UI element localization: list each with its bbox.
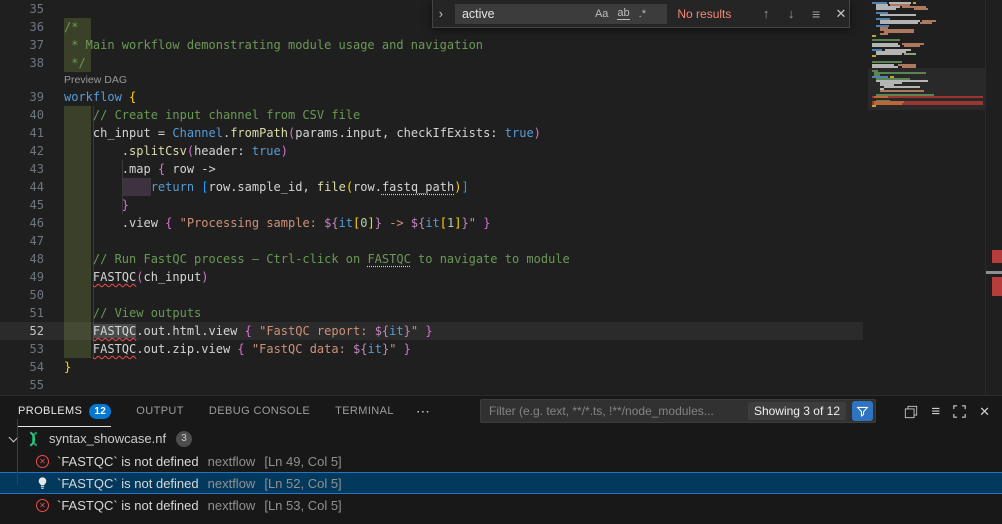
code-line-49[interactable]: 49 FASTQC(ch_input) xyxy=(0,268,863,286)
bottom-panel: PROBLEMS12OUTPUTDEBUG CONSOLETERMINAL ⋯ … xyxy=(0,395,1002,524)
line-number: 38 xyxy=(0,54,44,72)
problems-tree: syntax_showcase.nf 3 ✕ `FASTQC` is not de… xyxy=(0,427,1002,516)
find-previous-icon[interactable]: ↑ xyxy=(758,6,774,21)
panel-header: PROBLEMS12OUTPUTDEBUG CONSOLETERMINAL ⋯ … xyxy=(0,396,1002,427)
problem-message: `FASTQC` is not defined xyxy=(57,498,199,513)
maximize-panel-icon[interactable] xyxy=(953,405,966,418)
find-input[interactable] xyxy=(455,7,595,21)
line-number: 44 xyxy=(0,178,44,196)
find-widget: › Aa ab .* No results ↑ ↓ ≡ ✕ xyxy=(432,0,850,28)
problems-count-badge: 12 xyxy=(89,404,111,419)
error-icon: ✕ xyxy=(36,499,49,512)
code-line-46[interactable]: 46 .view { "Processing sample: ${it[0]} … xyxy=(0,214,863,232)
code-line-38[interactable]: 38 */ xyxy=(0,54,863,72)
ruler-error-mark xyxy=(992,250,1002,263)
view-as-list-icon[interactable]: ≡ xyxy=(931,403,940,420)
problems-file-row[interactable]: syntax_showcase.nf 3 xyxy=(0,427,1002,450)
code-line-47[interactable]: 47 xyxy=(0,232,863,250)
line-number: 46 xyxy=(0,214,44,232)
collapse-all-icon[interactable] xyxy=(904,405,918,419)
code-line-54[interactable]: 54} xyxy=(0,358,863,376)
line-number: 47 xyxy=(0,232,44,250)
overview-ruler[interactable] xyxy=(985,0,1002,395)
line-number: 45 xyxy=(0,196,44,214)
find-next-icon[interactable]: ↓ xyxy=(783,6,799,21)
problem-source: nextflow xyxy=(208,498,256,513)
panel-action-icons: ≡ ✕ xyxy=(904,396,990,427)
tab-problems[interactable]: PROBLEMS12 xyxy=(18,396,111,427)
whole-word-icon[interactable]: ab xyxy=(617,7,629,20)
problem-row[interactable]: `FASTQC` is not defined nextflow [Ln 52, C… xyxy=(0,472,1002,494)
tab-terminal[interactable]: TERMINAL xyxy=(335,396,394,427)
tree-indent-guide xyxy=(17,419,18,485)
close-panel-icon[interactable]: ✕ xyxy=(979,404,990,420)
line-number: 43 xyxy=(0,160,44,178)
vscode-window: 3536/*37 * Main workflow demonstrating m… xyxy=(0,0,1002,524)
find-input-wrap: Aa ab .* xyxy=(455,4,667,24)
problems-filter-input[interactable] xyxy=(481,404,748,418)
code-line-48[interactable]: 48 // Run FastQC process — Ctrl-click on… xyxy=(0,250,863,268)
line-number: 54 xyxy=(0,358,44,376)
line-number: 41 xyxy=(0,124,44,142)
line-number: 52 xyxy=(0,322,44,340)
code-line-39[interactable]: 39workflow { xyxy=(0,88,863,106)
line-number: 49 xyxy=(0,268,44,286)
line-number: 37 xyxy=(0,36,44,54)
error-icon: ✕ xyxy=(36,455,49,468)
code-line-40[interactable]: 40 // Create input channel from CSV file xyxy=(0,106,863,124)
line-number: 50 xyxy=(0,286,44,304)
find-in-selection-icon[interactable]: ≡ xyxy=(808,6,824,22)
code-line-43[interactable]: 43 .map { row -> xyxy=(0,160,863,178)
regex-icon[interactable]: .* xyxy=(639,8,646,20)
code-line-42[interactable]: 42 .splitCsv(header: true) xyxy=(0,142,863,160)
problem-message: `FASTQC` is not defined xyxy=(57,476,199,491)
ruler-cursor-mark xyxy=(986,271,1002,274)
panel-tabs: PROBLEMS12 OUTPUT DEBUG CONSOLE TERMINAL xyxy=(18,396,394,427)
line-number: 51 xyxy=(0,304,44,322)
match-case-icon[interactable]: Aa xyxy=(595,8,608,20)
ruler-error-mark xyxy=(992,277,1002,296)
code-line-41[interactable]: 41 ch_input = Channel.fromPath(params.in… xyxy=(0,124,863,142)
tab-output[interactable]: OUTPUT xyxy=(136,396,184,427)
tab-debug-console[interactable]: DEBUG CONSOLE xyxy=(209,396,310,427)
code-line-44[interactable]: 44 return [row.sample_id, file(row.fastq… xyxy=(0,178,863,196)
problem-source: nextflow xyxy=(208,454,256,469)
problem-message: `FASTQC` is not defined xyxy=(57,454,199,469)
code-line-37[interactable]: 37 * Main workflow demonstrating module … xyxy=(0,36,863,54)
showing-count-badge: Showing 3 of 12 xyxy=(748,402,846,420)
code-line-55[interactable]: 55 xyxy=(0,376,863,394)
file-problem-count-badge: 3 xyxy=(176,431,192,447)
line-number: 40 xyxy=(0,106,44,124)
codelens-preview-dag[interactable]: Preview DAG xyxy=(64,72,127,88)
problem-location: [Ln 52, Col 5] xyxy=(264,476,341,491)
line-number: 39 xyxy=(0,88,44,106)
problems-filter: Showing 3 of 12 xyxy=(480,399,876,423)
more-actions-icon[interactable]: ⋯ xyxy=(416,403,431,420)
problem-row[interactable]: ✕ `FASTQC` is not defined nextflow [Ln 49, … xyxy=(0,450,1002,472)
nextflow-file-icon xyxy=(25,430,42,448)
problem-location: [Ln 49, Col 5] xyxy=(264,454,341,469)
code-line-45[interactable]: 45 } xyxy=(0,196,863,214)
find-toggle-replace-icon[interactable]: › xyxy=(433,6,449,21)
code-line-50[interactable]: 50 xyxy=(0,286,863,304)
code-editor[interactable]: 3536/*37 * Main workflow demonstrating m… xyxy=(0,0,1002,395)
code-line-51[interactable]: 51 // View outputs xyxy=(0,304,863,322)
lightbulb-icon xyxy=(36,476,49,491)
problem-location: [Ln 53, Col 5] xyxy=(264,498,341,513)
line-number: 48 xyxy=(0,250,44,268)
find-results-label: No results xyxy=(677,7,749,21)
problem-row[interactable]: ✕ `FASTQC` is not defined nextflow [Ln 53, … xyxy=(0,494,1002,516)
code-line-52[interactable]: 52 FASTQC.out.html.view { "FastQC report… xyxy=(0,322,863,340)
code-line-53[interactable]: 53 FASTQC.out.zip.view { "FastQC data: $… xyxy=(0,340,863,358)
line-number: 35 xyxy=(0,0,44,18)
line-number: 53 xyxy=(0,340,44,358)
find-close-icon[interactable]: ✕ xyxy=(833,6,849,22)
minimap[interactable] xyxy=(868,0,985,395)
problem-source: nextflow xyxy=(208,476,256,491)
line-number: 42 xyxy=(0,142,44,160)
line-number: 55 xyxy=(0,376,44,394)
file-name: syntax_showcase.nf xyxy=(49,431,166,446)
filter-funnel-icon[interactable] xyxy=(852,401,873,421)
line-number: 36 xyxy=(0,18,44,36)
